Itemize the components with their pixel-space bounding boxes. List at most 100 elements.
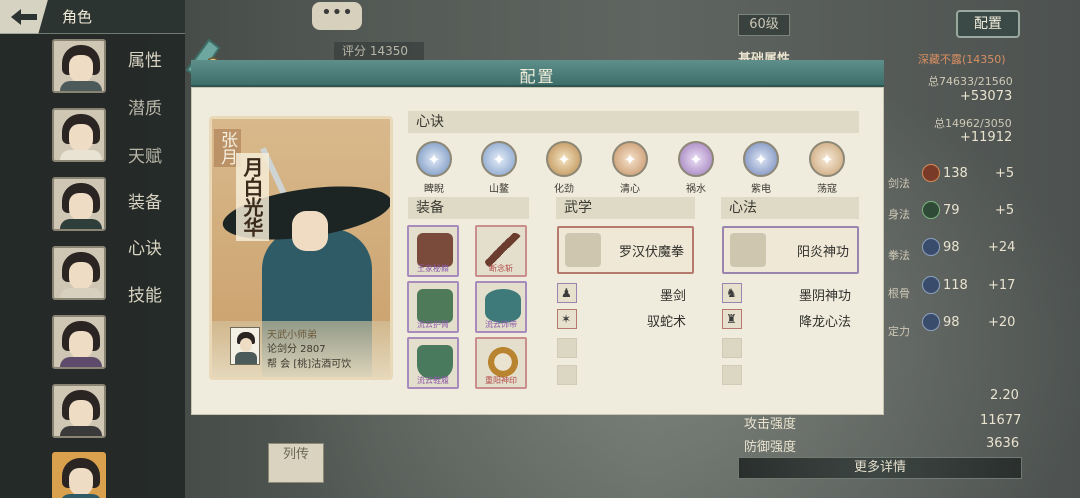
modal-title: 配置	[519, 67, 556, 86]
character-info: 天武小师弟 论剑分 2807 帮 会 [桃]沽酒可饮	[212, 321, 390, 377]
armor-icon	[417, 289, 453, 323]
tab-equipment[interactable]: 装备	[128, 188, 162, 213]
player-score: 论剑分 2807	[267, 344, 326, 355]
equipment-slot[interactable]: 流云鞋履	[407, 337, 459, 389]
sidebar: 属性 潜质 天赋 装备 心诀 技能	[0, 34, 185, 498]
xinfa-main-slot[interactable]: 阳炎神功	[722, 226, 859, 274]
character-portrait[interactable]	[52, 177, 106, 231]
stat-value: 79	[943, 203, 960, 218]
character-card[interactable]: 张月 月白光华 天武小师弟 论剑分 2807 帮 会 [桃]沽酒可饮	[209, 116, 393, 380]
tab-skills[interactable]: 技能	[128, 281, 162, 306]
wuxue-header: 武学	[556, 197, 695, 219]
stat-value: 118	[943, 278, 968, 293]
stat-rank-icon	[922, 313, 940, 331]
xinjue-slot[interactable]: ✦ 清心	[610, 141, 650, 195]
xinjue-icon: ✦	[416, 141, 452, 177]
modal-header: 配置	[191, 60, 884, 87]
equipment-label: 流云鞋履	[417, 376, 449, 385]
stat-bonus: +20	[988, 315, 1016, 330]
stat-value: 98	[943, 240, 960, 255]
dark-stance-icon: ♞	[726, 286, 737, 300]
tab-potential[interactable]: 潜质	[128, 94, 162, 119]
chat-button[interactable]: •••	[312, 2, 362, 30]
wuxue-empty-slot[interactable]	[557, 338, 694, 360]
equipment-label: 断念斩	[489, 264, 513, 273]
xinjue-slot[interactable]: ✦ 荡寇	[807, 141, 847, 195]
page-title: 角色	[62, 8, 93, 26]
stat-bonus: +17	[988, 278, 1016, 293]
belt-icon	[485, 289, 521, 323]
modal-body: 张月 月白光华 天武小师弟 论剑分 2807 帮 会 [桃]沽酒可饮 心诀 ✦ …	[191, 87, 884, 415]
character-portrait[interactable]	[52, 384, 106, 438]
stat-bonus: +5	[995, 203, 1015, 218]
xinjue-icon: ✦	[743, 141, 779, 177]
wuxue-main-slot[interactable]: 罗汉伏魔拳	[557, 226, 694, 274]
wuxue-slot[interactable]: ✶ 驭蛇术	[557, 309, 694, 331]
meditation-pose-icon	[730, 233, 766, 267]
xinjue-label: 荡寇	[817, 184, 837, 195]
stat-rank-icon	[922, 238, 940, 256]
xinjue-label: 山鳌	[489, 184, 509, 195]
wuxue-name: 墨剑	[659, 289, 686, 304]
equipment-label: 流云饰带	[485, 320, 517, 329]
xinjue-header: 心诀	[408, 111, 859, 133]
level-badge: 60级	[738, 14, 790, 36]
player-avatar	[230, 327, 260, 365]
martial-pose-icon	[565, 233, 601, 267]
stat-label: 身法	[888, 208, 910, 221]
liezhuan-button[interactable]: 列传	[268, 443, 324, 483]
xinjue-slot[interactable]: ✦ 化劲	[544, 141, 584, 195]
tab-talent[interactable]: 天赋	[128, 142, 162, 167]
total-1: 总74633/21560	[928, 75, 1013, 88]
player-rank: 天武小师弟	[267, 330, 317, 341]
config-button[interactable]: 配置	[956, 10, 1020, 38]
character-face-art	[292, 211, 328, 251]
defense-label: 防御强度	[744, 440, 797, 455]
character-portrait[interactable]	[52, 315, 106, 369]
config-modal: 配置 张月 月白光华 天武小师弟 论剑分 2807 帮 会 [桃]沽酒可饮 心诀…	[185, 38, 884, 415]
xinjue-slot[interactable]: ✦ 紫电	[741, 141, 781, 195]
back-button[interactable]	[0, 0, 48, 34]
equipment-label: 流云护臂	[417, 320, 449, 329]
xinjue-icon: ✦	[546, 141, 582, 177]
xinfa-name: 墨阴神功	[798, 289, 851, 304]
xinfa-slot[interactable]: ♞ 墨阴神功	[722, 283, 859, 305]
wuxue-empty-slot[interactable]	[557, 365, 694, 387]
wuxue-main-name: 罗汉伏魔拳	[618, 245, 684, 260]
xinfa-slot[interactable]: ♜ 降龙心法	[722, 309, 859, 331]
equipment-slot[interactable]: 断念斩	[475, 225, 527, 277]
equipment-label: 重阳神印	[485, 376, 517, 385]
xinjue-slot[interactable]: ✦ 睥睨	[414, 141, 454, 195]
wuxue-slot[interactable]: ♟ 墨剑	[557, 283, 694, 305]
character-portrait[interactable]	[52, 108, 106, 162]
xinjue-label: 清心	[620, 184, 640, 195]
stat-rank-icon	[922, 201, 940, 219]
stat-rank-icon	[922, 164, 940, 182]
equipment-slot[interactable]: 王家秘籍	[407, 225, 459, 277]
character-portrait[interactable]	[52, 39, 106, 93]
realm-label: 深藏不露(14350)	[918, 53, 1006, 66]
character-name: 月白光华	[236, 153, 269, 241]
xinjue-icon: ✦	[678, 141, 714, 177]
character-portrait-selected[interactable]	[52, 452, 106, 498]
xinfa-name: 降龙心法	[798, 315, 851, 330]
equipment-slot[interactable]: 流云护臂	[407, 281, 459, 333]
xinfa-empty-slot[interactable]	[722, 365, 859, 387]
attack-value: 11677	[980, 413, 1022, 428]
xinfa-empty-slot[interactable]	[722, 338, 859, 360]
xinjue-label: 紫电	[751, 184, 771, 195]
character-portrait[interactable]	[52, 246, 106, 300]
tab-xinjue[interactable]: 心诀	[128, 234, 162, 259]
stat-label: 根骨	[888, 287, 910, 300]
xinjue-slot[interactable]: ✦ 祸水	[676, 141, 716, 195]
xinjue-slot[interactable]: ✦ 山鳌	[479, 141, 519, 195]
xinjue-label: 祸水	[686, 184, 706, 195]
more-details-button[interactable]: 更多详情	[738, 457, 1022, 479]
xinjue-icon: ✦	[809, 141, 845, 177]
dragon-stance-icon: ♜	[726, 312, 737, 326]
equipment-slot[interactable]: 流云饰带	[475, 281, 527, 333]
attack-label: 攻击强度	[744, 417, 797, 432]
equipment-slot[interactable]: 重阳神印	[475, 337, 527, 389]
tab-attributes[interactable]: 属性	[128, 46, 162, 71]
stat-label: 剑法	[888, 177, 910, 190]
